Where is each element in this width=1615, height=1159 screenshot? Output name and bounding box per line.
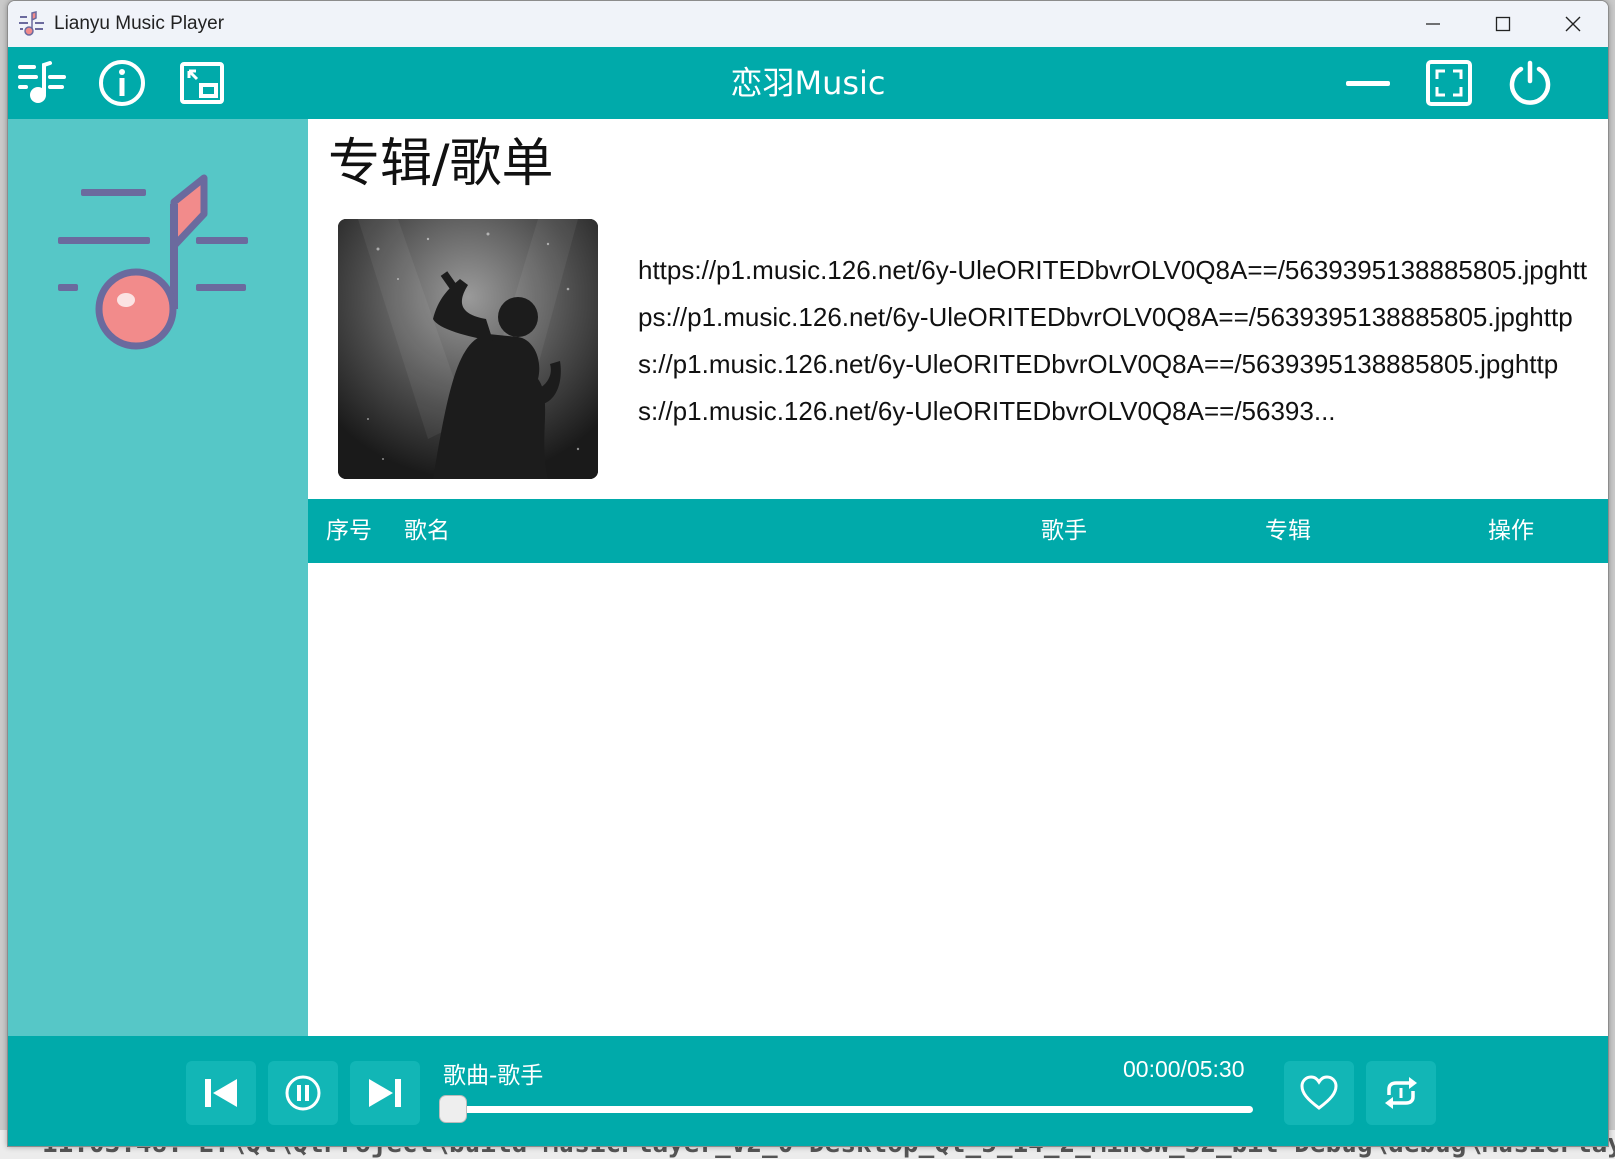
page-title: 专辑/歌单 — [328, 134, 554, 194]
main-panel: 专辑/歌单 https://p1.music.126.net/6y-UleORI… — [308, 119, 1608, 1036]
repeat-button[interactable] — [1366, 1061, 1436, 1125]
album-cover-image — [338, 219, 598, 479]
next-button[interactable] — [350, 1061, 420, 1125]
music-note-logo-icon — [58, 174, 248, 350]
player-bar: 歌曲-歌手 00:00/05:30 — [8, 1036, 1608, 1146]
column-action: 操作 — [1488, 518, 1534, 544]
singer-silhouette-icon — [338, 219, 598, 479]
pause-icon — [285, 1075, 321, 1111]
sidebar — [8, 119, 308, 1036]
app-logo-icon — [19, 11, 44, 36]
column-singer: 歌手 — [1041, 518, 1087, 544]
picture-in-picture-button[interactable] — [174, 55, 230, 111]
minimize-icon — [1346, 81, 1390, 86]
fullscreen-icon — [1426, 60, 1472, 106]
close-icon — [1565, 16, 1581, 32]
window-maximize-button[interactable] — [1468, 1, 1538, 47]
power-icon — [1509, 60, 1551, 105]
progress-handle[interactable] — [439, 1095, 467, 1123]
window-title: Lianyu Music Player — [54, 13, 225, 34]
power-button[interactable] — [1502, 55, 1558, 111]
music-list-icon — [18, 61, 66, 103]
now-playing-label: 歌曲-歌手 — [443, 1063, 544, 1089]
minimize-app-button[interactable] — [1340, 55, 1396, 111]
fullscreen-button[interactable] — [1421, 55, 1477, 111]
window-close-button[interactable] — [1538, 1, 1608, 47]
top-toolbar: 恋羽Music — [8, 47, 1608, 119]
maximize-icon — [1495, 16, 1511, 32]
pause-button[interactable] — [268, 1061, 338, 1125]
picture-in-picture-icon — [180, 62, 224, 104]
song-table-body[interactable] — [308, 563, 1608, 1036]
window-minimize-button[interactable] — [1398, 1, 1468, 47]
column-index: 序号 — [326, 518, 372, 544]
previous-icon — [205, 1079, 237, 1107]
repeat-icon — [1385, 1077, 1417, 1109]
window-titlebar[interactable]: Lianyu Music Player — [8, 1, 1608, 47]
column-song: 歌名 — [404, 518, 450, 544]
info-button[interactable] — [94, 55, 150, 111]
column-album: 专辑 — [1265, 518, 1311, 544]
favorite-button[interactable] — [1284, 1061, 1354, 1125]
heart-icon — [1300, 1075, 1338, 1110]
music-list-button[interactable] — [14, 55, 70, 111]
progress-slider[interactable] — [439, 1095, 1253, 1123]
minimize-icon — [1426, 23, 1440, 25]
album-description: https://p1.music.126.net/6y-UleORITEDbvr… — [638, 255, 1588, 426]
app-window: Lianyu Music Player 恋羽Music 专辑/歌单 https:… — [7, 0, 1609, 1147]
previous-button[interactable] — [186, 1061, 256, 1125]
info-icon — [99, 60, 145, 106]
song-table-header: 序号 歌名 歌手 专辑 操作 — [308, 499, 1608, 563]
next-icon — [369, 1079, 401, 1107]
time-label: 00:00/05:30 — [1123, 1056, 1245, 1082]
